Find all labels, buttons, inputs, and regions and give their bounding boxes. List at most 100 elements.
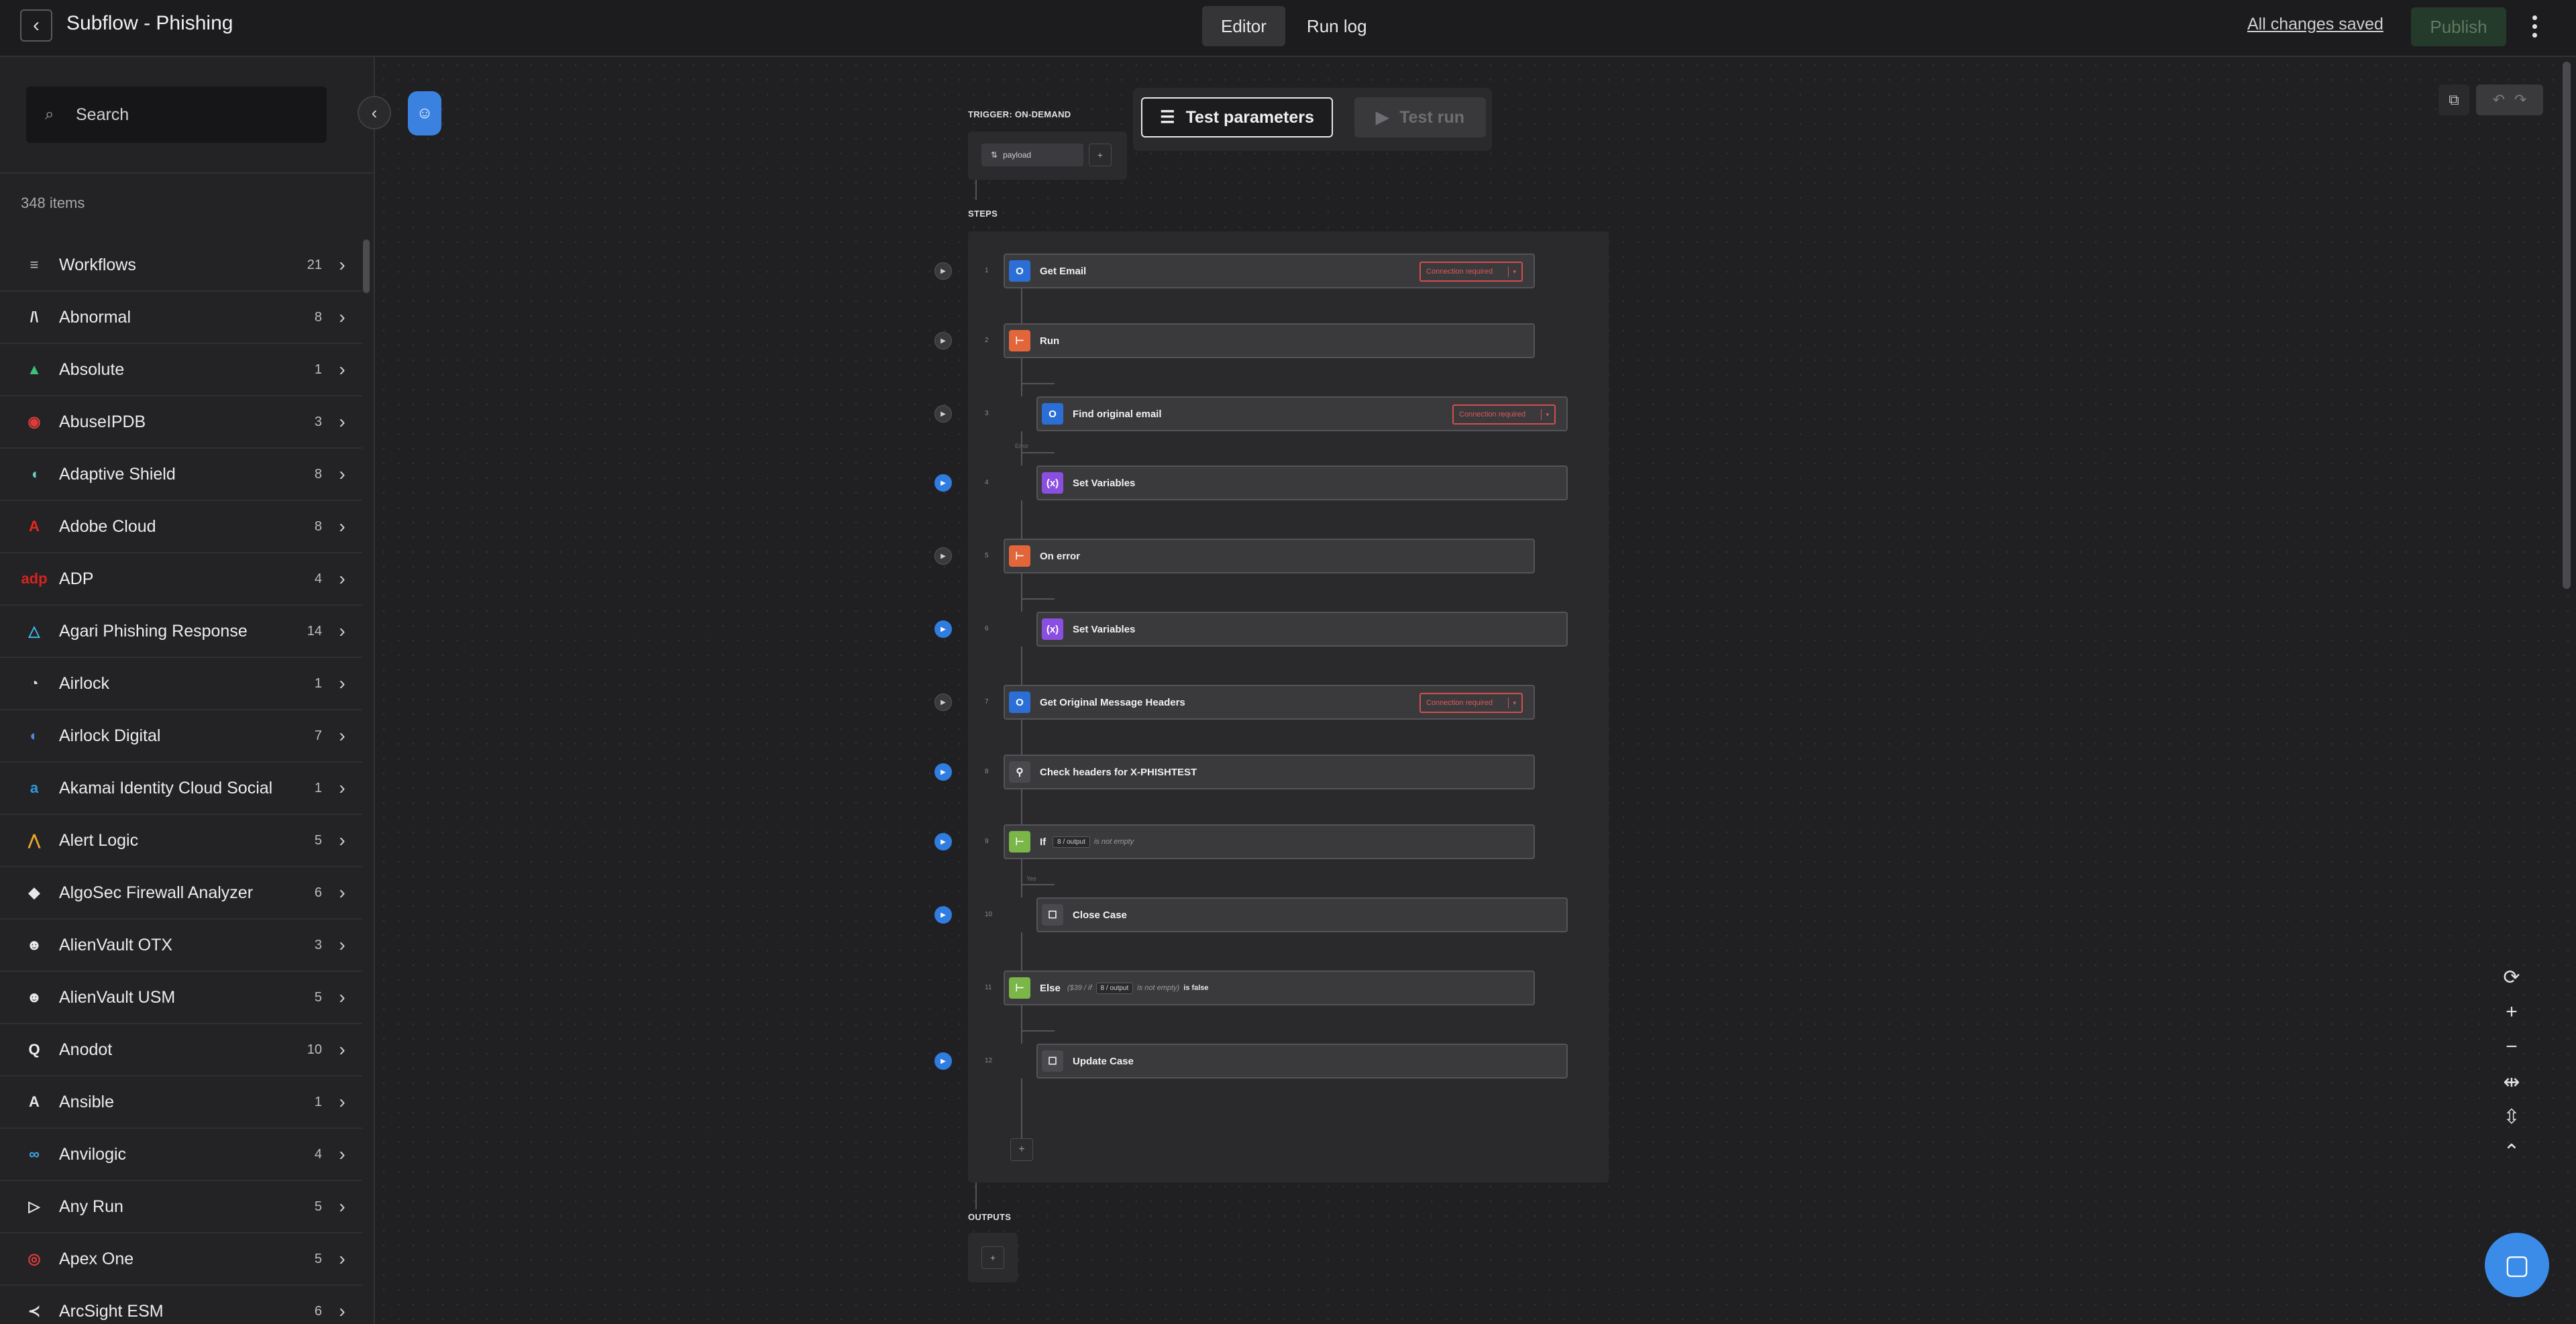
step-type-icon: O: [1009, 692, 1030, 713]
sidebar-item[interactable]: ▲ Absolute 1 ›: [0, 344, 362, 396]
test-run-button[interactable]: ▶ Test run: [1354, 97, 1486, 137]
integration-logo-icon: ≺: [28, 1303, 41, 1319]
connector: [1021, 288, 1022, 323]
sidebar-item[interactable]: ⋀ Alert Logic 5 ›: [0, 815, 362, 867]
step-node[interactable]: O Get Original Message Headers Connection …: [1004, 685, 1535, 720]
sidebar-item[interactable]: Q Anodot 10 ›: [0, 1024, 362, 1077]
step-node[interactable]: (x) Set Variables: [1036, 465, 1568, 500]
step-node[interactable]: ⊢ Else ($39 / if 8 / output is not empty) is …: [1004, 971, 1535, 1005]
steps-label: STEPS: [968, 209, 998, 219]
trigger-node[interactable]: ⇅ payload +: [968, 131, 1127, 180]
run-step-button[interactable]: ▶: [934, 332, 952, 349]
connector: [1021, 1005, 1022, 1044]
undo-icon[interactable]: ↶: [2493, 91, 2505, 109]
step-node[interactable]: ⊢ On error: [1004, 539, 1535, 573]
run-step-button[interactable]: ▶: [934, 906, 952, 924]
sidebar-item[interactable]: adp ADP 4 ›: [0, 553, 362, 606]
add-parameter-button[interactable]: +: [1089, 144, 1112, 166]
outputs-node[interactable]: +: [968, 1233, 1018, 1282]
integration-logo-icon: ◎: [28, 1250, 41, 1267]
connection-required-label: Connection required: [1426, 268, 1493, 276]
sidebar-item-count: 3: [314, 414, 322, 429]
run-step-button[interactable]: ▶: [934, 620, 952, 638]
connection-required-dropdown[interactable]: Connection required ▾: [1419, 693, 1523, 713]
add-step-button[interactable]: +: [1010, 1138, 1033, 1161]
back-button[interactable]: ‹: [20, 9, 52, 42]
redo-icon[interactable]: ↷: [2514, 91, 2526, 109]
condition-prefix: ($39 / if: [1067, 984, 1092, 992]
sidebar-item[interactable]: ≺ ArcSight ESM 6 ›: [0, 1286, 362, 1324]
more-options-icon[interactable]: [2528, 9, 2541, 43]
search-input[interactable]: ⌕ Search: [26, 87, 327, 143]
step-node[interactable]: O Find original email Connection required ▾: [1036, 396, 1568, 431]
condition-text: 8 / output is not empty: [1053, 836, 1134, 848]
sidebar-item[interactable]: ∞ Anvilogic 4 ›: [0, 1129, 362, 1181]
step-type-icon: ⚲: [1009, 761, 1030, 783]
run-step-button[interactable]: ▶: [934, 474, 952, 492]
ai-assistant-button[interactable]: ☺: [408, 91, 441, 135]
collapse-sidebar-button[interactable]: ‹: [358, 96, 391, 129]
run-step-button[interactable]: ▶: [934, 763, 952, 781]
canvas-scrollbar[interactable]: [2563, 62, 2571, 589]
sidebar-item[interactable]: A Adobe Cloud 8 ›: [0, 501, 362, 553]
run-step-button[interactable]: ▶: [934, 262, 952, 280]
run-step-button[interactable]: ▶: [934, 833, 952, 850]
step-node[interactable]: O Get Email Connection required ▾: [1004, 254, 1535, 288]
sidebar-item-label: Ansible: [59, 1092, 114, 1111]
step-node[interactable]: ⚲ Check headers for X-PHISHTEST: [1004, 755, 1535, 789]
payload-parameter[interactable]: ⇅ payload: [981, 144, 1083, 166]
reset-view-icon[interactable]: ⟳: [2494, 962, 2529, 993]
sidebar-item[interactable]: ◐ Airlock Digital 7 ›: [0, 710, 362, 763]
fit-height-icon[interactable]: ⇳: [2494, 1101, 2529, 1132]
collapse-all-icon[interactable]: ⌃: [2494, 1136, 2529, 1167]
step-node[interactable]: ☐ Update Case: [1036, 1044, 1568, 1079]
top-bar: ‹ Subflow - Phishing Editor Run log All …: [0, 0, 2576, 57]
sidebar-item[interactable]: ☻ AlienVault USM 5 ›: [0, 972, 362, 1024]
sidebar-item[interactable]: ◔ Airlock 1 ›: [0, 658, 362, 710]
sidebar-item[interactable]: ◎ Apex One 5 ›: [0, 1233, 362, 1286]
step-title: Set Variables: [1073, 477, 1136, 489]
step-node[interactable]: ☐ Close Case: [1036, 897, 1568, 932]
step-title: Set Variables: [1073, 623, 1136, 635]
zoom-in-icon[interactable]: +: [2494, 997, 2529, 1028]
sidebar-item[interactable]: ≡ Workflows 21 ›: [0, 239, 362, 292]
publish-button[interactable]: Publish: [2411, 7, 2506, 46]
run-step-button[interactable]: ▶: [934, 1052, 952, 1070]
sidebar-item[interactable]: ◉ AbuseIPDB 3 ›: [0, 396, 362, 449]
connection-required-dropdown[interactable]: Connection required ▾: [1452, 404, 1556, 425]
tab-editor[interactable]: Editor: [1202, 6, 1285, 46]
sidebar-item[interactable]: ◆ AlgoSec Firewall Analyzer 6 ›: [0, 867, 362, 920]
sidebar-item[interactable]: ☻ AlienVault OTX 3 ›: [0, 920, 362, 972]
run-step-button[interactable]: ▶: [934, 405, 952, 423]
chevron-right-icon: ›: [339, 516, 345, 537]
chevron-right-icon: ›: [339, 568, 345, 589]
save-status-link[interactable]: All changes saved: [2247, 15, 2383, 34]
sidebar-item[interactable]: A Ansible 1 ›: [0, 1077, 362, 1129]
test-parameters-button[interactable]: ☰ Test parameters: [1141, 97, 1333, 137]
step-node[interactable]: (x) Set Variables: [1036, 612, 1568, 647]
tab-run-log[interactable]: Run log: [1288, 6, 1386, 46]
sidebar-item-count: 5: [314, 1199, 322, 1214]
run-step-button[interactable]: ▶: [934, 547, 952, 565]
sidebar-item[interactable]: ▷ Any Run 5 ›: [0, 1181, 362, 1233]
copy-icon[interactable]: ⧉: [2438, 85, 2469, 115]
sidebar-scrollbar[interactable]: [363, 239, 370, 293]
step-node[interactable]: ⊢ Run: [1004, 323, 1535, 358]
condition-suffix: is false: [1183, 984, 1209, 992]
sidebar-item[interactable]: /\ Abnormal 8 ›: [0, 292, 362, 344]
connection-required-dropdown[interactable]: Connection required ▾: [1419, 262, 1523, 282]
run-step-button[interactable]: ▶: [934, 694, 952, 711]
sidebar-item[interactable]: a Akamai Identity Cloud Social 1 ›: [0, 763, 362, 815]
connector: [1021, 573, 1022, 612]
step-number: 3: [985, 410, 989, 417]
chat-support-button[interactable]: ▢: [2485, 1233, 2549, 1297]
connector: [1021, 452, 1055, 453]
step-node[interactable]: ⊢ If 8 / output is not empty: [1004, 824, 1535, 859]
fit-width-icon[interactable]: ⇹: [2494, 1066, 2529, 1097]
add-output-button[interactable]: +: [981, 1246, 1004, 1269]
sidebar-item[interactable]: ◖ Adaptive Shield 8 ›: [0, 449, 362, 501]
sidebar-item-count: 6: [314, 1303, 322, 1319]
zoom-out-icon[interactable]: −: [2494, 1032, 2529, 1062]
sidebar-item-label: Workflows: [59, 255, 136, 274]
sidebar-item[interactable]: △ Agari Phishing Response 14 ›: [0, 606, 362, 658]
